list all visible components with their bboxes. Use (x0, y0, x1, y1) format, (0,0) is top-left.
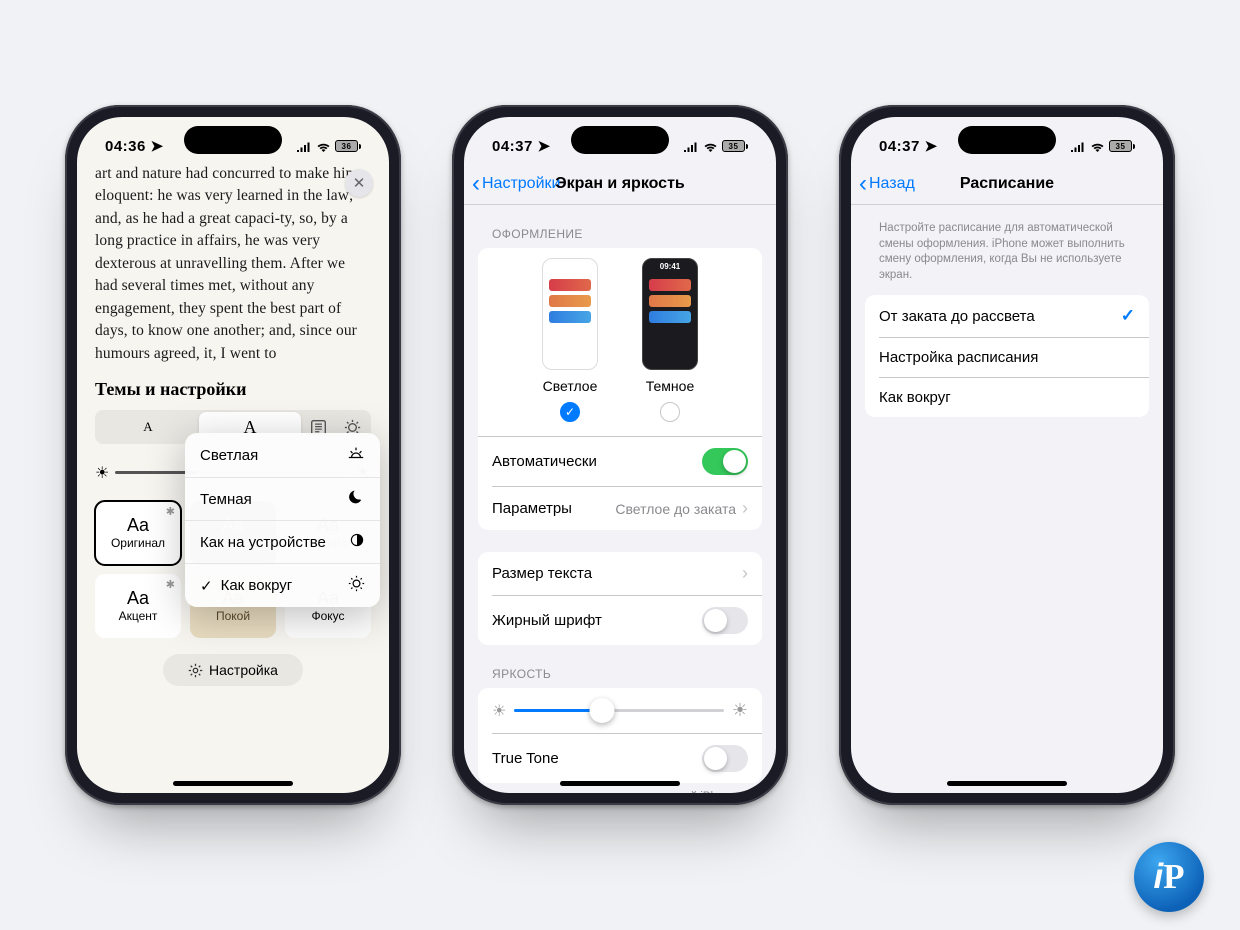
moon-icon (349, 489, 365, 509)
menu-moon[interactable]: Темная (185, 477, 380, 520)
status-icons: 35 (1070, 140, 1135, 152)
themes-title: Темы и настройки (77, 365, 389, 410)
menu-auto[interactable]: ✓Как вокруг (185, 563, 380, 607)
status-time: 04:37 ➤ (879, 137, 938, 155)
sunrise-icon (347, 444, 365, 466)
truetone-row: True Tone (478, 734, 762, 783)
back-link[interactable]: ‹Назад (851, 170, 915, 198)
watermark-badge: iP (1134, 842, 1204, 912)
half-icon (349, 532, 365, 552)
sun-small-icon: ☀︎ (95, 463, 109, 483)
schedule-row-1[interactable]: Настройка расписания (865, 338, 1149, 377)
radio-unchecked-icon[interactable] (660, 402, 680, 422)
truetone-toggle[interactable] (702, 745, 748, 772)
auto-icon (348, 575, 365, 596)
text-size-row[interactable]: Размер текста› (478, 552, 762, 595)
params-row[interactable]: Параметры Светлое до заката› (478, 487, 762, 530)
brightness-header: Яркость (464, 645, 776, 688)
close-button[interactable]: ✕ (345, 169, 373, 197)
radio-checked-icon[interactable]: ✓ (560, 402, 580, 422)
gear-icon (188, 663, 203, 678)
bold-row: Жирный шрифт (478, 596, 762, 645)
schedule-row-2[interactable]: Как вокруг (865, 378, 1149, 417)
status-time: 04:37 ➤ (492, 137, 551, 155)
bold-toggle[interactable] (702, 607, 748, 634)
sun-high-icon: ☀︎ (732, 700, 748, 721)
brightness-slider[interactable]: ☀︎ ☀︎ (478, 688, 762, 733)
menu-half[interactable]: Как на устройстве (185, 520, 380, 563)
auto-row: Автоматически (478, 437, 762, 486)
dark-option[interactable]: 09:41 Темное (642, 258, 698, 422)
nav-title: Экран и яркость (555, 175, 685, 193)
status-icons: 36 (296, 140, 361, 152)
theme-card-Акцент[interactable]: ✱AaАкцент (95, 574, 181, 638)
light-option[interactable]: 09:41 Светлое✓ (542, 258, 598, 422)
sun-low-icon: ☀︎ (492, 701, 506, 721)
auto-toggle[interactable] (702, 448, 748, 475)
status-time: 04:36 ➤ (105, 137, 164, 155)
back-link[interactable]: ‹Настройки (464, 170, 560, 198)
schedule-desc: Настройте расписание для автоматической … (851, 205, 1163, 283)
status-icons: 35 (683, 140, 748, 152)
theme-card-Оригинал[interactable]: ✱AaОригинал (95, 501, 181, 565)
nav-title: Расписание (960, 175, 1054, 193)
reader-text: art and nature had concurred to make him… (77, 163, 389, 365)
schedule-row-0[interactable]: От заката до рассвета✓ (865, 295, 1149, 337)
checkmark-icon: ✓ (1121, 306, 1135, 326)
menu-sunrise[interactable]: Светлая (185, 433, 380, 477)
customize-button[interactable]: Настройка (163, 654, 303, 686)
appearance-header: Оформление (464, 205, 776, 248)
